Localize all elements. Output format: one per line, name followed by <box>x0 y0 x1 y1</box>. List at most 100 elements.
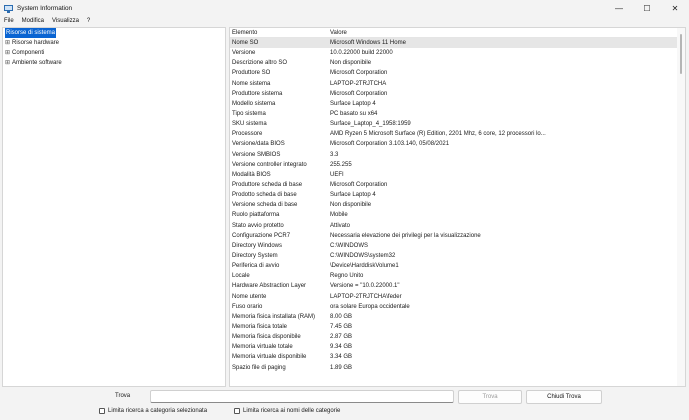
table-row[interactable]: Tipo sistema PC basato su x64 <box>230 109 685 119</box>
table-row[interactable]: Locale Regno Unito <box>230 271 685 281</box>
table-row[interactable]: Directory Windows C:\WINDOWS <box>230 241 685 251</box>
cell-value: ora solare Europa occidentale <box>330 303 410 310</box>
close-find-button[interactable]: Chiudi Trova <box>526 390 602 404</box>
table-row[interactable]: Spazio file di paging 1.89 GB <box>230 363 685 373</box>
limit-selected-category-label: Limita ricerca a categoria selezionata <box>108 408 208 414</box>
category-tree[interactable]: Risorse di sistema ⊞ Risorse hardware ⊞ Comp… <box>2 27 226 387</box>
table-row[interactable]: Prodotto scheda di base Surface Laptop 4 <box>230 190 685 200</box>
close-button[interactable]: ✕ <box>661 0 689 16</box>
table-row[interactable]: Periferica di avvio \Device\HarddiskVolum… <box>230 261 685 271</box>
scrollbar-thumb[interactable] <box>680 34 682 74</box>
cell-value: Non disponibile <box>330 60 372 67</box>
table-row[interactable]: Produttore scheda di base Microsoft Corpo… <box>230 180 685 190</box>
column-header-value[interactable]: Valore <box>328 28 685 37</box>
table-row[interactable]: Fuso orario ora solare Europa occidentale <box>230 302 685 312</box>
table-row[interactable]: Versione scheda di base Non disponibile <box>230 200 685 210</box>
cell-item: Periferica di avvio <box>232 263 280 270</box>
tree-item[interactable]: ⊞ Ambiente software <box>3 58 225 68</box>
table-row[interactable]: Nome SO Microsoft Windows 11 Home <box>230 38 685 49</box>
maximize-button[interactable]: ☐ <box>633 0 661 16</box>
cell-item: Descrizione altro SO <box>232 60 288 67</box>
cell-item: Nome utente <box>232 293 267 300</box>
table-row[interactable]: Versione SMBIOS 3.3 <box>230 150 685 160</box>
cell-item: Memoria fisica disponibile <box>232 334 301 341</box>
title-bar: System Information — ☐ ✕ <box>0 0 689 16</box>
limit-selected-category-checkbox[interactable] <box>99 408 105 414</box>
cell-value: Versione = "10.0.22000.1" <box>330 283 400 290</box>
table-row[interactable]: Descrizione altro SO Non disponibile <box>230 58 685 68</box>
menu-view[interactable]: Visualizza <box>52 18 79 24</box>
find-button[interactable]: Trova <box>458 390 522 404</box>
table-row[interactable]: Produttore SO Microsoft Corporation <box>230 68 685 78</box>
table-row[interactable]: Memoria fisica disponibile 2.87 GB <box>230 332 685 342</box>
cell-item: Memoria virtuale totale <box>232 344 293 351</box>
cell-item: Configurazione PCR7 <box>232 232 291 239</box>
tree-item[interactable]: ⊞ Risorse hardware <box>3 38 225 48</box>
cell-value: Microsoft Corporation <box>330 70 388 77</box>
limit-selected-category-option[interactable]: Limita ricerca a categoria selezionata <box>99 408 207 414</box>
cell-value: Attivato <box>330 222 351 229</box>
cell-value: Microsoft Corporation 3.103.140, 05/08/2… <box>330 141 450 148</box>
find-input[interactable] <box>150 390 454 403</box>
table-row[interactable]: Memoria fisica installata (RAM) 8.00 GB <box>230 312 685 322</box>
limit-category-names-checkbox[interactable] <box>234 408 240 414</box>
vertical-scrollbar[interactable] <box>677 28 685 386</box>
tree-item[interactable]: ⊞ Componenti <box>3 48 225 58</box>
tree-item[interactable]: Risorse di sistema <box>3 28 225 38</box>
cell-item: Produttore SO <box>232 70 271 77</box>
cell-value: 255.255 <box>330 161 352 168</box>
table-row[interactable]: Memoria virtuale disponibile 3.34 GB <box>230 352 685 362</box>
cell-item: Versione SMBIOS <box>232 151 281 158</box>
cell-value: 9.34 GB <box>330 344 353 351</box>
find-panel: Trova Trova Chiudi Trova Limita ricerca … <box>0 388 689 420</box>
cell-item: Versione scheda di base <box>232 202 298 209</box>
cell-item: SKU sistema <box>232 121 267 128</box>
table-row[interactable]: Nome sistema LAPTOP-2TRJTCHA <box>230 79 685 89</box>
cell-value: Surface Laptop 4 <box>330 192 376 199</box>
table-row[interactable]: Ruolo piattaforma Mobile <box>230 210 685 220</box>
table-row[interactable]: Nome utente LAPTOP-2TRJTCHA\feder <box>230 292 685 302</box>
cell-value: UEFI <box>330 171 344 178</box>
column-header-item[interactable]: Elemento <box>230 28 328 37</box>
grid-header: Elemento Valore <box>230 28 685 38</box>
menu-edit[interactable]: Modifica <box>22 18 44 24</box>
table-row[interactable]: Memoria virtuale totale 9.34 GB <box>230 342 685 352</box>
cell-value: Microsoft Corporation <box>330 181 388 188</box>
table-row[interactable]: Processore AMD Ryzen 5 Microsoft Surface … <box>230 129 685 139</box>
table-row[interactable]: Versione 10.0.22000 build 22000 <box>230 48 685 58</box>
cell-item: Stato avvio protetto <box>232 222 284 229</box>
table-row[interactable]: Versione controller integrato 255.255 <box>230 160 685 170</box>
table-row[interactable]: Stato avvio protetto Attivato <box>230 221 685 231</box>
menu-help[interactable]: ? <box>87 18 90 24</box>
cell-value: Mobile <box>330 212 348 219</box>
system-information-icon <box>4 4 13 13</box>
table-row[interactable]: Hardware Abstraction Layer Versione = "10… <box>230 281 685 291</box>
cell-item: Memoria fisica installata (RAM) <box>232 313 316 320</box>
limit-category-names-option[interactable]: Limita ricerca ai nomi delle categorie <box>234 408 340 414</box>
tree-item-label: Risorse di sistema <box>5 28 57 38</box>
table-row[interactable]: Produttore sistema Microsoft Corporation <box>230 89 685 99</box>
cell-value: Surface Laptop 4 <box>330 100 376 107</box>
tree-item-label: Risorse hardware <box>12 40 60 46</box>
cell-value: LAPTOP-2TRJTCHA <box>330 80 387 87</box>
cell-item: Tipo sistema <box>232 110 266 117</box>
cell-item: Fuso orario <box>232 303 263 310</box>
table-row[interactable]: Memoria fisica totale 7.45 GB <box>230 322 685 332</box>
table-row[interactable]: Directory System C:\WINDOWS\system32 <box>230 251 685 261</box>
cell-item: Memoria virtuale disponibile <box>232 354 307 361</box>
cell-item: Memoria fisica totale <box>232 323 288 330</box>
cell-item: Nome sistema <box>232 80 271 87</box>
cell-value: LAPTOP-2TRJTCHA\feder <box>330 293 402 300</box>
menu-file[interactable]: File <box>4 18 14 24</box>
table-row[interactable]: SKU sistema Surface_Laptop_4_1958:1959 <box>230 119 685 129</box>
minimize-button[interactable]: — <box>605 0 633 16</box>
table-row[interactable]: Modalità BIOS UEFI <box>230 170 685 180</box>
cell-value: Necessaria elevazione dei privilegi per … <box>330 232 481 239</box>
cell-item: Nome SO <box>232 40 259 46</box>
window-title: System Information <box>17 4 73 12</box>
cell-item: Versione/data BIOS <box>232 141 285 148</box>
cell-value: 3.34 GB <box>330 354 353 361</box>
table-row[interactable]: Versione/data BIOS Microsoft Corporation … <box>230 139 685 149</box>
table-row[interactable]: Modello sistema Surface Laptop 4 <box>230 99 685 109</box>
table-row[interactable]: Configurazione PCR7 Necessaria elevazione… <box>230 231 685 241</box>
